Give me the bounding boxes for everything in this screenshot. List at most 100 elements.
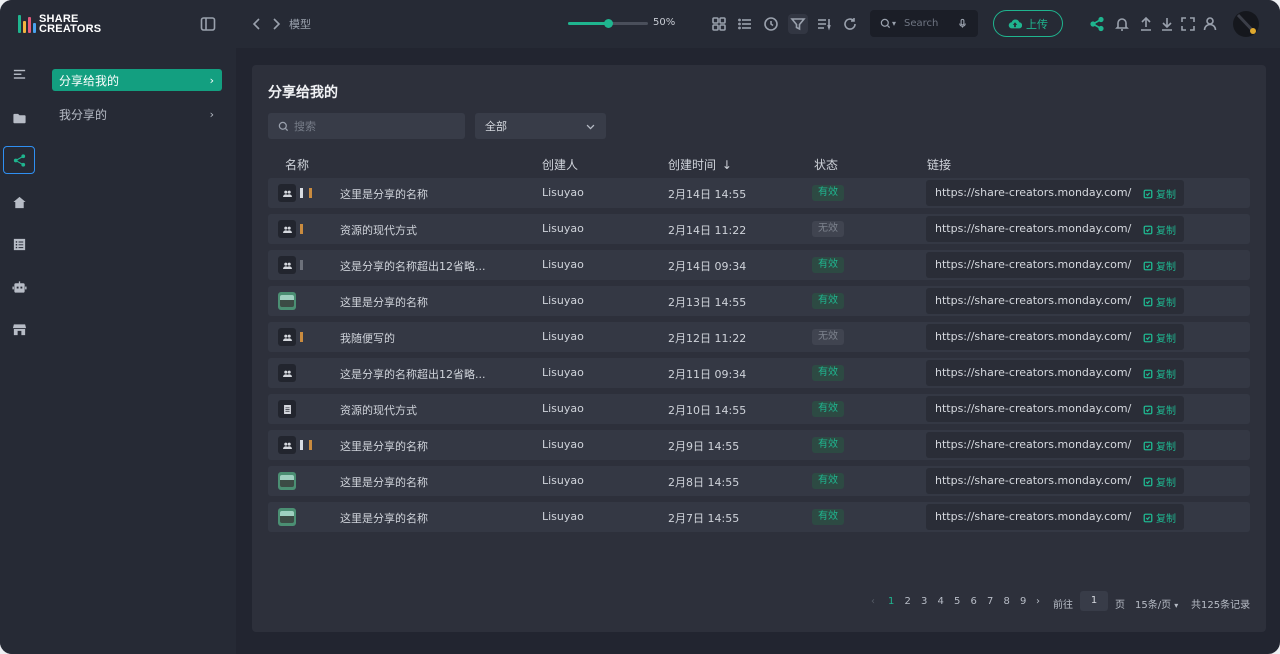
copy-button[interactable]: 复制 <box>1143 258 1176 273</box>
robot-icon[interactable] <box>3 273 35 301</box>
table-row[interactable]: 这里是分享的名称 Lisuyao 2月14日 14:55 有效 https://shar… <box>268 178 1250 208</box>
mic-icon[interactable] <box>957 18 968 29</box>
copy-button[interactable]: 复制 <box>1143 186 1176 201</box>
share-icon[interactable] <box>1087 14 1107 34</box>
share-link-url[interactable]: https://share-creators.monday.com/ <box>935 474 1131 487</box>
row-name[interactable]: 这是分享的名称超出12省略... <box>340 366 486 382</box>
prev-page-icon[interactable]: ‹ <box>871 596 875 607</box>
share-link-field[interactable]: https://share-creators.monday.com/复制 <box>926 324 1184 350</box>
table-row[interactable]: 这里是分享的名称 Lisuyao 2月7日 14:55 有效 https://share… <box>268 502 1250 532</box>
copy-button[interactable]: 复制 <box>1143 366 1176 381</box>
filter-icon[interactable] <box>788 14 808 34</box>
table-row[interactable]: 这是分享的名称超出12省略... Lisuyao 2月14日 09:34 有效 http… <box>268 250 1250 280</box>
row-name[interactable]: 这里是分享的名称 <box>340 294 428 310</box>
copy-button[interactable]: 复制 <box>1143 474 1176 489</box>
row-thumbnails <box>278 436 314 454</box>
row-name[interactable]: 这里是分享的名称 <box>340 474 428 490</box>
table-row[interactable]: 这是分享的名称超出12省略... Lisuyao 2月11日 09:34 有效 http… <box>268 358 1250 388</box>
status-filter-select[interactable]: 全部 <box>475 113 606 139</box>
upload-icon[interactable] <box>1136 14 1156 34</box>
folder-icon[interactable] <box>3 104 35 132</box>
bell-icon[interactable] <box>1112 14 1132 34</box>
page-number[interactable]: 1 <box>888 596 894 607</box>
share-link-url[interactable]: https://share-creators.monday.com/ <box>935 294 1131 307</box>
share-link-url[interactable]: https://share-creators.monday.com/ <box>935 438 1131 451</box>
subnav-item-shared-with-me[interactable]: 分享给我的 › <box>52 69 222 91</box>
share-link-field[interactable]: https://share-creators.monday.com/复制 <box>926 396 1184 422</box>
page-number[interactable]: 2 <box>905 596 911 607</box>
search-input[interactable]: ▾ Search <box>870 10 978 37</box>
page-number[interactable]: 6 <box>971 596 977 607</box>
share-link-url[interactable]: https://share-creators.monday.com/ <box>935 402 1131 415</box>
subnav-item-my-shares[interactable]: 我分享的 › <box>52 103 222 125</box>
chevron-down-icon[interactable]: ▾ <box>892 19 896 28</box>
table-row[interactable]: 我随便写的 Lisuyao 2月12日 11:22 无效 https://share-c… <box>268 322 1250 352</box>
row-name[interactable]: 资源的现代方式 <box>340 402 417 418</box>
copy-button[interactable]: 复制 <box>1143 438 1176 453</box>
forward-icon[interactable] <box>266 14 286 34</box>
row-name[interactable]: 这是分享的名称超出12省略... <box>340 258 486 274</box>
row-name[interactable]: 这里是分享的名称 <box>340 186 428 202</box>
menu-icon[interactable] <box>3 60 35 88</box>
page-number[interactable]: 3 <box>921 596 927 607</box>
home-icon[interactable] <box>3 188 35 216</box>
zoom-slider[interactable] <box>568 19 648 28</box>
row-name[interactable]: 这里是分享的名称 <box>340 510 428 526</box>
share-link-field[interactable]: https://share-creators.monday.com/复制 <box>926 180 1184 206</box>
fullscreen-icon[interactable] <box>1178 14 1198 34</box>
back-icon[interactable] <box>247 14 267 34</box>
share-link-field[interactable]: https://share-creators.monday.com/复制 <box>926 216 1184 242</box>
breadcrumb[interactable]: 模型 <box>289 16 311 32</box>
upload-button[interactable]: 上传 <box>993 10 1063 37</box>
copy-button[interactable]: 复制 <box>1143 222 1176 237</box>
logo[interactable]: SHARE CREATORS <box>18 14 101 35</box>
next-page-icon[interactable]: › <box>1036 596 1040 607</box>
sort-icon[interactable] <box>814 14 834 34</box>
copy-button[interactable]: 复制 <box>1143 294 1176 309</box>
copy-button[interactable]: 复制 <box>1143 330 1176 345</box>
page-number[interactable]: 5 <box>954 596 960 607</box>
row-name[interactable]: 我随便写的 <box>340 330 395 346</box>
share-link-field[interactable]: https://share-creators.monday.com/复制 <box>926 360 1184 386</box>
table-row[interactable]: 这里是分享的名称 Lisuyao 2月13日 14:55 有效 https://shar… <box>268 286 1250 316</box>
share-link-field[interactable]: https://share-creators.monday.com/复制 <box>926 432 1184 458</box>
page-number[interactable]: 8 <box>1004 596 1010 607</box>
share-link-url[interactable]: https://share-creators.monday.com/ <box>935 258 1131 271</box>
table-row[interactable]: 这里是分享的名称 Lisuyao 2月9日 14:55 有效 https://share… <box>268 430 1250 460</box>
grid-view-icon[interactable] <box>709 14 729 34</box>
goto-page-input[interactable]: 1 <box>1080 591 1108 611</box>
share-link-url[interactable]: https://share-creators.monday.com/ <box>935 186 1131 199</box>
panel-search-input[interactable]: 搜索 <box>268 113 465 139</box>
download-icon[interactable] <box>1157 14 1177 34</box>
store-icon[interactable] <box>3 315 35 343</box>
share-link-field[interactable]: https://share-creators.monday.com/复制 <box>926 288 1184 314</box>
page-number[interactable]: 9 <box>1020 596 1026 607</box>
share-link-url[interactable]: https://share-creators.monday.com/ <box>935 366 1131 379</box>
copy-button[interactable]: 复制 <box>1143 402 1176 417</box>
column-header-time[interactable]: 创建时间 ↓ <box>668 156 732 173</box>
row-name[interactable]: 这里是分享的名称 <box>340 438 428 454</box>
table-row[interactable]: 资源的现代方式 Lisuyao 2月10日 14:55 有效 https://share… <box>268 394 1250 424</box>
list-view-icon[interactable] <box>735 14 755 34</box>
avatar[interactable] <box>1233 11 1259 37</box>
share-link-url[interactable]: https://share-creators.monday.com/ <box>935 330 1131 343</box>
page-number[interactable]: 7 <box>987 596 993 607</box>
zoom-slider-handle[interactable] <box>603 19 613 28</box>
share-link-field[interactable]: https://share-creators.monday.com/复制 <box>926 468 1184 494</box>
page-number[interactable]: 4 <box>938 596 944 607</box>
history-icon[interactable] <box>761 14 781 34</box>
copy-button[interactable]: 复制 <box>1143 510 1176 525</box>
share-link-url[interactable]: https://share-creators.monday.com/ <box>935 222 1131 235</box>
share-icon[interactable] <box>3 146 35 174</box>
panel-toggle-icon[interactable] <box>198 14 218 34</box>
page-size-select[interactable]: 15条/页 ▾ <box>1135 596 1178 611</box>
user-icon[interactable] <box>1200 14 1220 34</box>
share-link-field[interactable]: https://share-creators.monday.com/复制 <box>926 252 1184 278</box>
table-row[interactable]: 这里是分享的名称 Lisuyao 2月8日 14:55 有效 https://share… <box>268 466 1250 496</box>
share-link-field[interactable]: https://share-creators.monday.com/复制 <box>926 504 1184 530</box>
list-icon[interactable] <box>3 230 35 258</box>
table-row[interactable]: 资源的现代方式 Lisuyao 2月14日 11:22 无效 https://share… <box>268 214 1250 244</box>
row-name[interactable]: 资源的现代方式 <box>340 222 417 238</box>
refresh-icon[interactable] <box>840 14 860 34</box>
share-link-url[interactable]: https://share-creators.monday.com/ <box>935 510 1131 523</box>
